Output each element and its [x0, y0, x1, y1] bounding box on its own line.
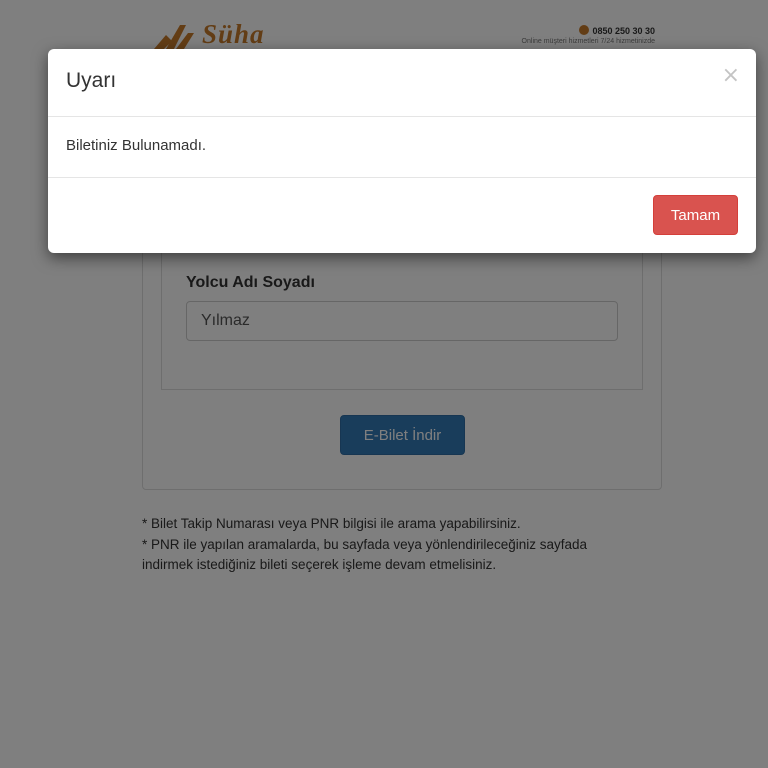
modal-body: Biletiniz Bulunamadı. — [48, 117, 756, 178]
modal-footer: Tamam — [48, 178, 756, 253]
warning-modal: Uyarı × Biletiniz Bulunamadı. Tamam — [48, 49, 756, 253]
close-icon[interactable]: × — [722, 65, 740, 87]
modal-header: Uyarı × — [48, 49, 756, 117]
modal-message: Biletiniz Bulunamadı. — [66, 137, 207, 154]
modal-title: Uyarı — [66, 69, 117, 92]
page: Süha 0850 250 30 30 Online müşteri hizme… — [0, 0, 768, 768]
confirm-button[interactable]: Tamam — [653, 195, 738, 235]
